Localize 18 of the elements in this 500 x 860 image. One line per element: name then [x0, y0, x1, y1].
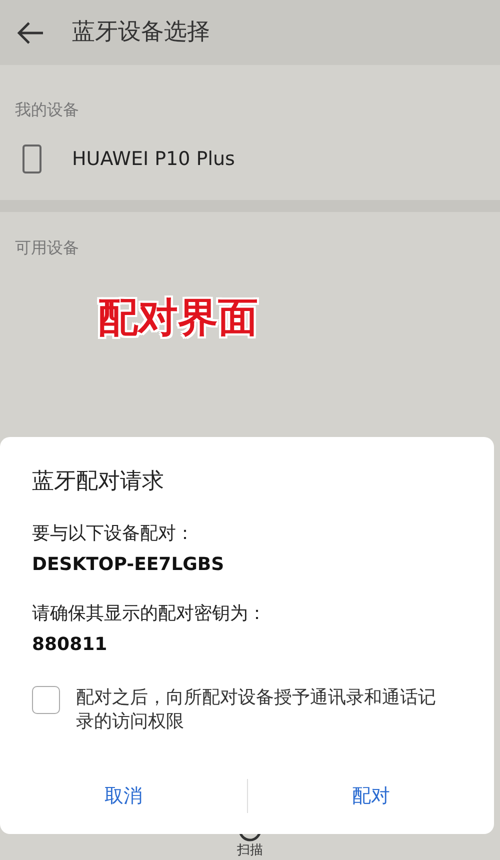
- dialog-button[interactable]: 取消: [0, 774, 247, 818]
- permission-label: 配对之后，向所配对设备授予通讯录和通话记录的访问权限: [76, 686, 437, 734]
- dialog-button[interactable]: 配对: [248, 774, 494, 818]
- key-prompt: 请确保其显示的配对密钥为：: [32, 602, 267, 626]
- back-arrow-icon: [17, 20, 45, 44]
- annotation-text: 配对界面: [98, 294, 258, 343]
- pairing-key: 880811: [32, 631, 462, 658]
- page-title: 蓝牙设备选择: [72, 18, 210, 48]
- permission-checkbox[interactable]: [32, 686, 60, 714]
- pair-prompt: 要与以下设备配对：: [32, 522, 195, 546]
- scan-label[interactable]: 扫描: [237, 842, 263, 860]
- dialog-title: 蓝牙配对请求: [32, 468, 165, 496]
- section-heading: 我的设备: [15, 99, 80, 121]
- section-heading: 可用设备: [15, 237, 79, 259]
- device-row[interactable]: HUAWEI P10 Plus: [0, 144, 500, 174]
- device-name-text: DESKTOP-EE7LGBS: [32, 553, 226, 577]
- phone-icon: [22, 144, 42, 174]
- device-name: HUAWEI P10 Plus: [72, 146, 235, 172]
